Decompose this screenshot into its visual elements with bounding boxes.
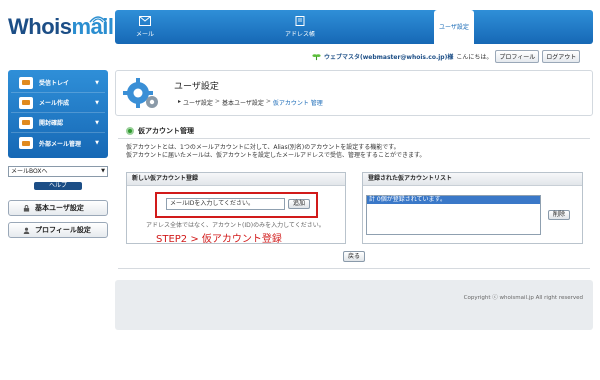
basic-user-settings-label: 基本ユーザ設定: [35, 204, 84, 212]
logout-button[interactable]: ログアウト: [542, 49, 581, 63]
address-book-icon: [295, 16, 305, 26]
sidebar-item-external-mail[interactable]: 外部メール管理 ▼: [11, 133, 105, 153]
user-name: ウェブマスタ(webmaster@whois.co.jp)様: [324, 53, 454, 61]
registered-alias-panel-title: 登録された仮アカウントリスト: [363, 173, 582, 186]
page-title: ユーザ設定: [174, 82, 219, 92]
inbox-icon: [19, 76, 33, 89]
delete-button[interactable]: 削除: [548, 210, 570, 220]
sidebar-item-read-receipt[interactable]: 開封確認 ▼: [11, 113, 105, 133]
basic-user-settings-button[interactable]: 基本ユーザ設定: [8, 200, 108, 216]
description-line: 仮アカウントとは、1つのメールアカウントに対して、Alias(別名)のアカウント…: [126, 144, 400, 151]
sidebar-item-label: 開封確認: [39, 120, 64, 127]
lock-icon: [23, 204, 30, 212]
content-header: ユーザ設定 ▸ ユーザ設定 > 基本ユーザ設定 > 仮アカウント 管理: [115, 70, 593, 116]
logo-text-whois: Whois: [8, 14, 72, 39]
divider: [118, 268, 590, 269]
sidebar-item-label: メール作成: [39, 100, 70, 107]
breadcrumb-marker-icon: ▸: [178, 98, 182, 105]
read-receipt-icon: [19, 116, 33, 129]
sidebar-item-label: 受信トレイ: [39, 80, 70, 87]
sidebar-item-label: 外部メール管理: [39, 140, 82, 148]
breadcrumb: ▸ ユーザ設定 > 基本ユーザ設定 > 仮アカウント 管理: [178, 98, 323, 107]
chevron-down-icon: ▼: [95, 140, 99, 146]
profile-settings-label: プロフィール設定: [35, 226, 91, 234]
whoismail-logo[interactable]: Whoismail: [8, 14, 114, 48]
input-note: アドレス全体ではなく、アカウント(ID)のみを入力してください。: [146, 222, 325, 229]
breadcrumb-item[interactable]: ユーザ設定: [183, 98, 213, 107]
profile-button[interactable]: プロフィール: [495, 49, 540, 63]
add-button[interactable]: 追加: [288, 199, 310, 209]
section-description: 仮アカウントとは、1つのメールアカウントに対して、Alias(別名)のアカウント…: [126, 144, 588, 160]
alias-list-box[interactable]: 計 0個が登録されています。: [366, 195, 541, 235]
chevron-down-icon: ▼: [101, 168, 105, 174]
user-bar: ウェブマスタ(webmaster@whois.co.jp)様 こんにちは。 プロ…: [312, 49, 594, 63]
mailbox-select[interactable]: メールBOXへ ▼: [8, 166, 108, 177]
section-title-text: 仮アカウント管理: [138, 127, 194, 135]
sidebar-item-inbox[interactable]: 受信トレイ ▼: [11, 73, 105, 93]
chevron-down-icon: ▼: [95, 79, 99, 86]
sprout-icon: [312, 53, 321, 60]
tab-user-settings[interactable]: ユーザ設定: [434, 10, 474, 44]
list-item[interactable]: 計 0個が登録されています。: [367, 196, 540, 204]
gear-icon: [123, 78, 158, 108]
mail-id-input[interactable]: メールIDを入力してください。: [166, 198, 285, 210]
chevron-down-icon: ▼: [95, 119, 99, 126]
tab-mail[interactable]: メール: [115, 10, 175, 44]
external-mail-icon: [19, 137, 33, 149]
green-dot-icon: [126, 127, 134, 135]
sidebar-menu: 受信トレイ ▼ メール作成 ▼ 開封確認 ▼ 外部メール管理 ▼: [8, 70, 108, 158]
description-line: 仮アカウントに届いたメールは、仮アカウントを設定したメールアドレスで受信、管理を…: [126, 152, 426, 159]
tab-address-book-label: アドレス帳: [284, 31, 315, 38]
copyright-text: Copyright ⓒ whoismail.jp All right reser…: [463, 295, 583, 301]
tab-mail-label: メール: [135, 31, 154, 38]
footer: Copyright ⓒ whoismail.jp All right reser…: [115, 280, 593, 330]
mail-icon: [139, 16, 151, 26]
user-icon: [23, 227, 30, 234]
mailbox-select-value: メールBOXへ: [11, 168, 48, 175]
top-navigation: メール アドレス帳 ユーザ設定: [115, 10, 593, 44]
profile-settings-button[interactable]: プロフィール設定: [8, 222, 108, 238]
tab-address-book[interactable]: アドレス帳: [265, 10, 335, 44]
new-alias-panel-title: 新しい仮アカウント登録: [127, 173, 345, 186]
compose-icon: [19, 96, 33, 109]
help-label: ヘルプ: [48, 182, 67, 189]
logo-wave-icon: [89, 16, 107, 23]
greeting-text: こんにちは。: [456, 53, 493, 61]
help-button[interactable]: ヘルプ: [34, 182, 82, 190]
chevron-down-icon: ▼: [95, 99, 99, 106]
breadcrumb-current: 仮アカウント 管理: [272, 100, 323, 107]
sidebar-item-compose[interactable]: メール作成 ▼: [11, 93, 105, 113]
step-annotation: STEP2 > 仮アカウント登録: [156, 234, 282, 245]
section-title: 仮アカウント管理: [126, 126, 194, 136]
back-button[interactable]: 戻る: [343, 251, 365, 262]
divider: [118, 138, 590, 139]
breadcrumb-item[interactable]: 基本ユーザ設定: [222, 98, 264, 107]
tab-user-settings-label: ユーザ設定: [439, 24, 469, 31]
